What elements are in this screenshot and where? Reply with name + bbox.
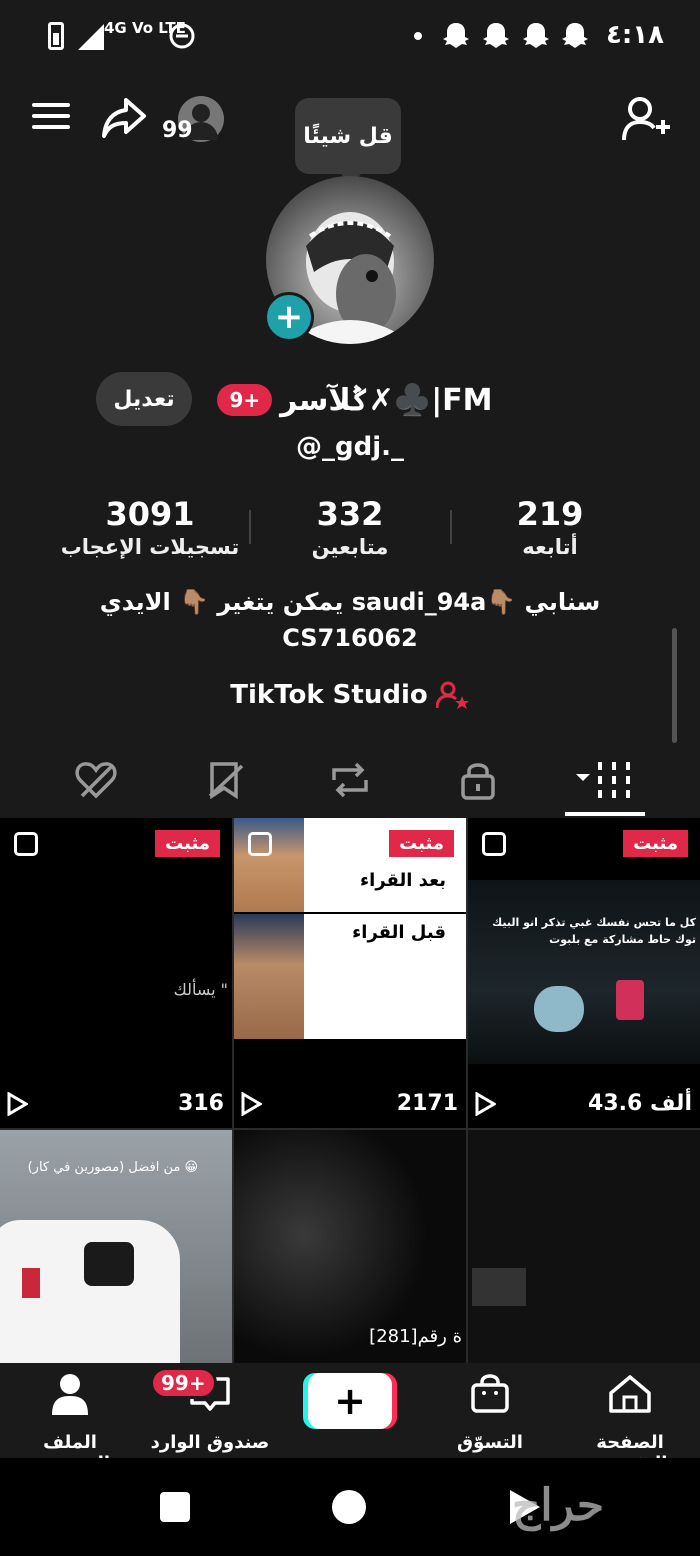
view-count: 316 <box>178 1091 224 1116</box>
views-count: 99 <box>162 118 193 143</box>
pinned-badge: مثبت <box>155 830 220 857</box>
pinned-badge: مثبت <box>623 830 688 857</box>
following-count: 219 <box>516 495 584 533</box>
pinned-badge: مثبت <box>389 830 454 857</box>
shopping-bag-icon <box>471 1374 509 1413</box>
thumbnail-placeholder <box>472 1268 526 1306</box>
studio-icon <box>435 681 469 709</box>
display-name: ݣلآسر✗♣️|FM <box>280 382 493 418</box>
studio-label: TikTok Studio <box>230 680 428 710</box>
haraj-watermark: حراج <box>512 1480 605 1531</box>
view-count-row: 316 <box>6 1091 224 1116</box>
stat-likes[interactable]: 3091 تسجيلات الإعجاب <box>50 495 250 559</box>
notification-dot <box>414 32 422 40</box>
nav-inbox-label: صندوق الوارد <box>150 1432 270 1453</box>
truck-image <box>0 1220 180 1363</box>
nav-shop-label: التسوّق <box>457 1432 523 1453</box>
view-count-row: 2171 <box>240 1091 458 1116</box>
view-count: 2171 <box>396 1091 458 1116</box>
face-image <box>234 914 304 1039</box>
followers-count: 332 <box>316 495 384 533</box>
edit-profile-button[interactable]: تعديل <box>96 372 192 426</box>
username: @_gdj._ <box>295 432 404 462</box>
clock: ٤:١٨ <box>606 20 665 50</box>
following-label: أتابعه <box>522 535 578 559</box>
bio-line-1: سنابي 👇🏽saudi_94a يمكن يتغير 👇🏽 الايدي <box>99 588 601 616</box>
nav-shop[interactable]: التسوّق <box>420 1373 560 1453</box>
bio-line-2: CS716062 <box>282 624 418 652</box>
hidden-bookmark-icon <box>208 762 244 800</box>
repost-icon <box>332 762 368 798</box>
status-bar: 4G Vo LTE ٤:١٨ <box>0 0 700 72</box>
add-story-button[interactable]: + <box>264 292 314 342</box>
create-button[interactable]: + <box>308 1373 392 1429</box>
followers-label: متابعين <box>311 535 389 559</box>
share-icon[interactable] <box>100 96 148 140</box>
video-thumbnail[interactable]: يسألك " مثبت 316 <box>0 818 232 1128</box>
tab-private[interactable] <box>414 745 542 815</box>
video-thumbnail[interactable]: بعد القراء قبل القراء مثبت 2171 <box>234 818 466 1128</box>
say-something-tooltip[interactable]: قل شيئًا <box>295 98 401 184</box>
video-thumbnail[interactable]: ة رقم[281] <box>234 1130 466 1363</box>
home-icon <box>609 1375 651 1413</box>
recents-button[interactable] <box>160 1492 190 1522</box>
menu-button[interactable] <box>32 96 70 136</box>
play-icon <box>241 1091 262 1116</box>
video-caption: من افضل (مصورين في كار) 😀 <box>27 1160 198 1175</box>
display-name-row: 9+ ݣلآسر✗♣️|FM <box>210 378 500 422</box>
play-icon <box>7 1091 28 1116</box>
profile-views-button[interactable]: 99 <box>162 96 226 144</box>
home-button[interactable] <box>332 1490 366 1524</box>
video-grid: كل ما تحس نفسك غبي تذكر انو البيك توك حا… <box>0 818 700 1363</box>
content-tabs <box>0 745 700 815</box>
signal-icon <box>78 24 104 50</box>
view-count-row: 43.6 ألف <box>474 1091 692 1116</box>
character-illustration <box>534 986 584 1032</box>
video-caption: ة رقم[281] <box>369 1326 462 1347</box>
add-friend-icon[interactable] <box>622 96 672 142</box>
phone-illustration <box>616 980 644 1020</box>
view-count: 43.6 ألف <box>588 1091 692 1116</box>
video-thumbnail[interactable]: كل ما تحس نفسك غبي تذكر انو البيك توك حا… <box>468 818 700 1128</box>
tab-videos[interactable] <box>540 745 668 815</box>
battery-icon <box>48 22 64 50</box>
caption-top: بعد القراء <box>359 870 446 891</box>
lock-icon <box>461 763 495 800</box>
tab-reposts[interactable] <box>286 745 414 815</box>
play-icon <box>475 1091 496 1116</box>
dnd-icon <box>169 23 195 49</box>
grid-icon <box>576 762 630 798</box>
caption-bottom: قبل القراء <box>352 922 446 943</box>
tab-liked[interactable] <box>32 745 160 815</box>
tiktok-studio-link[interactable]: TikTok Studio <box>0 680 700 710</box>
name-badge[interactable]: 9+ <box>217 384 273 416</box>
stat-followers[interactable]: 332 متابعين <box>250 495 450 559</box>
video-caption: يسألك " <box>173 980 228 999</box>
video-thumbnail[interactable] <box>468 1130 700 1363</box>
tab-favorites[interactable] <box>162 745 290 815</box>
multi-post-icon <box>248 832 272 856</box>
inbox-badge: 99+ <box>150 1367 217 1399</box>
multi-post-icon <box>482 832 506 856</box>
profile-icon <box>52 1374 88 1415</box>
hidden-heart-icon <box>75 762 117 799</box>
snapchat-icons <box>443 23 588 48</box>
likes-label: تسجيلات الإعجاب <box>60 535 240 559</box>
video-caption: كل ما تحس نفسك غبي تذكر انو البيك توك حا… <box>492 916 696 946</box>
stat-following[interactable]: 219 أتابعه <box>450 495 650 559</box>
video-thumbnail[interactable]: من افضل (مصورين في كار) 😀 <box>0 1130 232 1363</box>
likes-count: 3091 <box>105 495 195 533</box>
active-tab-indicator <box>565 812 645 816</box>
multi-post-icon <box>14 832 38 856</box>
